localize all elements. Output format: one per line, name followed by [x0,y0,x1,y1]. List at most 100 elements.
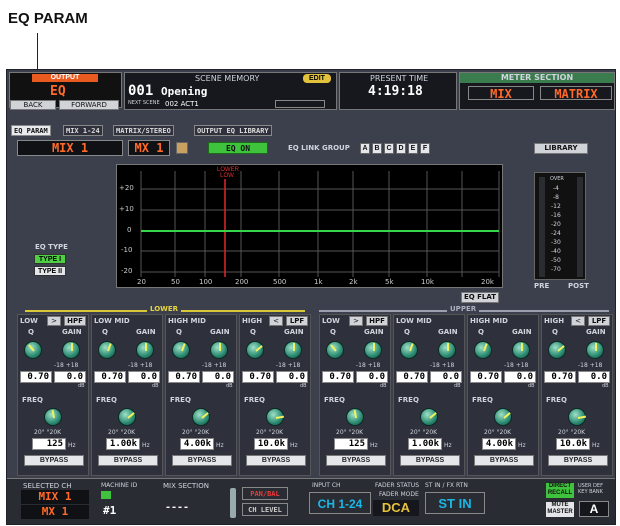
q-knob[interactable] [548,341,566,359]
q-knob[interactable] [246,341,264,359]
eq-band-1: LOW > HPF Q GAIN -18 +18 0.70 0.0 dB FREQ 20° °20K… [17,314,89,476]
meter-mix-button[interactable]: MIX [468,86,534,101]
gain-value[interactable]: 0.0 [504,371,536,383]
freq-value[interactable]: 4.00k [482,438,516,450]
band-shape-button[interactable]: > [47,316,61,326]
freq-value[interactable]: 10.0k [556,438,590,450]
gain-value[interactable]: 0.0 [430,371,462,383]
pan-bal-button[interactable]: PAN/BAL [242,487,288,500]
band-name: HIGH [242,317,263,325]
tab-output-eq-library[interactable]: OUTPUT EQ LIBRARY [194,125,272,136]
link-group-b[interactable]: B [372,143,382,154]
freq-knob[interactable] [118,408,136,426]
band-shape-button[interactable]: < [269,316,283,326]
back-button[interactable]: BACK [10,100,56,110]
freq-value[interactable]: 1.00k [106,438,140,450]
freq-value[interactable]: 125 [32,438,66,450]
bypass-button[interactable]: BYPASS [400,455,460,466]
channel-name[interactable]: MIX 1 [17,140,123,156]
q-value[interactable]: 0.70 [544,371,576,383]
scene-memory-box[interactable]: SCENE MEMORY EDIT 001 Opening NEXT SCENE… [124,72,337,110]
eq-flat-button[interactable]: EQ FLAT [461,292,499,303]
gain-value[interactable]: 0.0 [356,371,388,383]
link-group-c[interactable]: C [384,143,394,154]
bypass-button[interactable]: BYPASS [98,455,158,466]
tab-matrix-stereo[interactable]: MATRIX/STEREO [113,125,174,136]
fader-mode-value[interactable]: DCA [373,500,419,516]
freq-knob[interactable] [568,408,587,426]
q-knob[interactable] [474,341,492,359]
gain-knob[interactable] [62,341,80,359]
link-group-f[interactable]: F [420,143,430,154]
gain-knob[interactable] [364,341,382,359]
q-value[interactable]: 0.70 [470,371,502,383]
freq-knob[interactable] [266,408,285,426]
q-value[interactable]: 0.70 [322,371,354,383]
band-filter-button[interactable]: HPF [366,316,388,326]
freq-value[interactable]: 1.00k [408,438,442,450]
q-knob[interactable] [326,341,344,359]
selected-ch-short[interactable]: MX 1 [21,505,89,519]
gain-value[interactable]: 0.0 [578,371,610,383]
st-in-value[interactable]: ST IN [425,492,485,514]
q-value[interactable]: 0.70 [242,371,274,383]
tab-mix-1-24[interactable]: MIX 1-24 [63,125,103,136]
mute-master-button[interactable]: MUTE MASTER [546,502,574,517]
link-group-e[interactable]: E [408,143,418,154]
forward-button[interactable]: FORWARD [59,100,119,110]
gain-value[interactable]: 0.0 [54,371,86,383]
link-group-a[interactable]: A [360,143,370,154]
gain-knob[interactable] [210,341,228,359]
direct-recall-button[interactable]: DIRECT RECALL [546,483,574,498]
gain-value[interactable]: 0.0 [276,371,308,383]
freq-knob[interactable] [494,408,512,426]
freq-value[interactable]: 125 [334,438,368,450]
band-shape-button[interactable]: > [349,316,363,326]
q-knob[interactable] [98,341,116,359]
band-shape-button[interactable]: < [571,316,585,326]
gain-value[interactable]: 0.0 [202,371,234,383]
selected-ch-name[interactable]: MIX 1 [21,490,89,504]
eq-type-2-button[interactable]: TYPE II [34,266,66,276]
gain-knob[interactable] [512,341,530,359]
gain-knob[interactable] [586,341,604,359]
band-filter-button[interactable]: HPF [64,316,86,326]
gain-knob[interactable] [136,341,154,359]
bypass-button[interactable]: BYPASS [246,455,306,466]
eq-on-button[interactable]: EQ ON [208,142,268,154]
bypass-button[interactable]: BYPASS [24,455,84,466]
freq-knob[interactable] [420,408,438,426]
freq-value[interactable]: 4.00k [180,438,214,450]
band-filter-button[interactable]: LPF [588,316,610,326]
meter-matrix-button[interactable]: MATRIX [540,86,612,101]
library-button[interactable]: LIBRARY [534,143,588,154]
key-bank-value[interactable]: A [579,501,609,517]
q-value[interactable]: 0.70 [94,371,126,383]
q-knob[interactable] [172,341,190,359]
channel-short-name[interactable]: MX 1 [128,140,170,156]
q-knob[interactable] [400,341,418,359]
q-value[interactable]: 0.70 [396,371,428,383]
link-group-d[interactable]: D [396,143,406,154]
gain-knob[interactable] [438,341,456,359]
bypass-button[interactable]: BYPASS [474,455,534,466]
q-knob[interactable] [24,341,42,359]
gain-value[interactable]: 0.0 [128,371,160,383]
gain-knob[interactable] [284,341,302,359]
input-ch-value[interactable]: CH 1-24 [309,492,371,514]
tab-eq-param[interactable]: EQ PARAM [11,125,51,136]
q-value[interactable]: 0.70 [20,371,52,383]
freq-knob[interactable] [44,408,62,426]
bypass-button[interactable]: BYPASS [172,455,232,466]
eq-graph[interactable]: LOWER LOW +20 +10 0 -10 -20 20 50 100 20… [116,164,503,288]
speaker-icon[interactable] [176,142,188,154]
band-filter-button[interactable]: LPF [286,316,308,326]
freq-knob[interactable] [346,408,364,426]
freq-value[interactable]: 10.0k [254,438,288,450]
freq-knob[interactable] [192,408,210,426]
q-value[interactable]: 0.70 [168,371,200,383]
bypass-button[interactable]: BYPASS [326,455,386,466]
eq-type-1-button[interactable]: TYPE I [34,254,66,264]
ch-level-button[interactable]: CH LEVEL [242,503,288,516]
bypass-button[interactable]: BYPASS [548,455,608,466]
